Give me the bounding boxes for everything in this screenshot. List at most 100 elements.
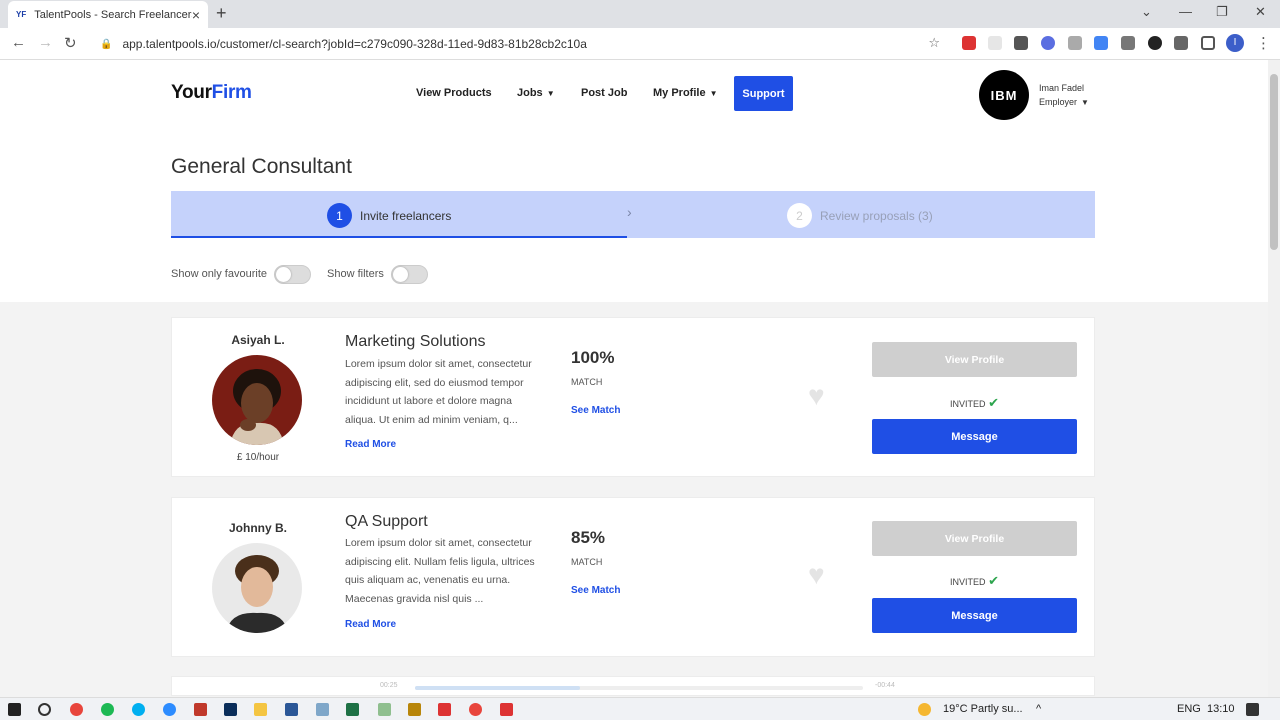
pdf-icon[interactable] [438,703,451,716]
site-header: YourFirm View Products Jobs ▼ Post Job My… [0,60,1268,126]
chrome-icon[interactable] [70,703,83,716]
maximize-icon[interactable]: ❐ [1216,4,1228,20]
extension-icon[interactable] [1121,36,1135,50]
freelancer-rate: £ 10/hour [236,452,280,463]
step-invite-freelancers[interactable]: 1 Invite freelancers [327,203,451,228]
step-progress-bar: 1 Invite freelancers › 2 Review proposal… [171,191,1095,238]
company-avatar[interactable]: IBM [979,70,1029,120]
chrome-icon[interactable] [469,703,482,716]
freelancer-name[interactable]: Johnny B. [172,521,344,535]
freelancer-card: Asiyah L. £ 10/hour Marketing Solutions … [171,317,1095,477]
logo-text: Your [171,82,212,103]
app-icon[interactable] [408,703,421,716]
freelancer-avatar[interactable] [212,543,302,633]
invited-label: INVITED [950,399,986,409]
message-button[interactable]: Message [872,419,1077,454]
read-more-link[interactable]: Read More [345,619,396,630]
excel-icon[interactable] [346,703,359,716]
close-window-icon[interactable]: ✕ [1255,4,1266,20]
freelancer-name[interactable]: Asiyah L. [172,333,344,347]
puzzle-icon[interactable] [1174,36,1188,50]
favourite-heart-icon[interactable]: ♥ [808,559,825,591]
nav-jobs[interactable]: Jobs ▼ [517,87,555,99]
active-step-indicator [171,236,627,238]
extension-icon[interactable] [1014,36,1028,50]
new-tab-icon[interactable]: + [216,3,227,24]
media-progress-overlay[interactable]: 00:25 -00:44 [380,682,900,694]
extension-icon[interactable] [962,36,976,50]
windows-start-icon[interactable] [8,703,21,716]
job-description: Lorem ipsum dolor sit amet, consectetur … [345,358,532,426]
page-scrollbar[interactable] [1268,60,1280,697]
url-text: app.talentpools.io/customer/cl-search?jo… [122,37,587,51]
photoshop-icon[interactable] [224,703,237,716]
step-number: 2 [787,203,812,228]
job-title: QA Support [345,513,428,530]
invited-label: INVITED [950,577,986,587]
side-panel-icon[interactable] [1201,36,1215,50]
favourite-toggle[interactable] [274,265,311,284]
filters-toggle[interactable] [391,265,428,284]
scrollbar-thumb[interactable] [1270,74,1278,250]
see-match-link[interactable]: See Match [571,405,620,416]
weather-text[interactable]: 19°C Partly su... [943,703,1023,715]
freelancer-avatar[interactable] [212,355,302,445]
extension-icon[interactable] [1148,36,1162,50]
close-tab-icon[interactable]: × [192,7,200,23]
caret-down-icon: ▼ [709,89,718,98]
app-icon[interactable] [194,703,207,716]
app-icon[interactable] [378,703,391,716]
caret-down-icon: ▼ [546,89,555,98]
back-icon[interactable]: ← [11,34,26,51]
user-name[interactable]: Iman Fadel [1039,83,1084,93]
browser-profile-avatar[interactable]: I [1226,34,1244,52]
forward-icon[interactable]: → [38,34,53,51]
search-icon[interactable] [38,703,51,716]
spotify-icon[interactable] [101,703,114,716]
tray-chevron-icon[interactable]: ^ [1036,703,1041,715]
reload-icon[interactable]: ↻ [64,34,77,52]
os-taskbar: 19°C Partly su... ^ ENG 13:10 [0,697,1280,720]
match-percentage: 85% [571,528,606,547]
nav-view-products[interactable]: View Products [416,87,492,99]
pdf-icon[interactable] [500,703,513,716]
word-icon[interactable] [285,703,298,716]
url-field[interactable]: 🔒 app.talentpools.io/customer/cl-search?… [88,31,950,57]
extension-shield-icon[interactable] [988,36,1002,50]
zoom-icon[interactable] [163,703,176,716]
job-title: Marketing Solutions [345,333,486,350]
minimize-icon[interactable]: — [1179,4,1192,19]
extension-icon[interactable] [1041,36,1055,50]
media-progress-fill [415,686,580,690]
app-icon[interactable] [316,703,329,716]
support-button[interactable]: Support [734,76,793,111]
user-role-menu[interactable]: Employer ▼ [1039,97,1089,107]
language-indicator[interactable]: ENG [1177,703,1201,715]
favourite-heart-icon[interactable]: ♥ [808,380,825,412]
site-logo[interactable]: YourFirm [171,82,252,104]
browser-menu-icon[interactable]: ⋮ [1256,34,1271,52]
bookmark-star-icon[interactable]: ☆ [928,35,940,51]
clock-time[interactable]: 13:10 [1207,703,1235,715]
caret-down-icon: ▼ [1081,98,1089,107]
tab-search-icon[interactable]: ⌄ [1141,4,1152,20]
step-review-proposals[interactable]: 2 Review proposals (3) [787,203,933,228]
browser-tab[interactable]: YF TalentPools - Search Freelancers × [8,1,208,28]
nav-post-job[interactable]: Post Job [581,87,627,99]
skype-icon[interactable] [132,703,145,716]
translate-icon[interactable] [1094,36,1108,50]
read-more-link[interactable]: Read More [345,439,396,450]
message-button[interactable]: Message [872,598,1077,633]
match-label: MATCH [571,557,603,567]
lock-icon: 🔒 [100,38,113,50]
view-profile-button[interactable]: View Profile [872,342,1077,377]
folder-icon[interactable] [254,703,267,716]
weather-icon[interactable] [918,703,931,716]
step-label: Invite freelancers [360,208,452,223]
freelancer-card: Johnny B. QA Support Lorem ipsum dolor s… [171,497,1095,657]
view-profile-button[interactable]: View Profile [872,521,1077,556]
camera-icon[interactable] [1068,36,1082,50]
notifications-icon[interactable] [1246,703,1259,716]
see-match-link[interactable]: See Match [571,585,620,596]
nav-my-profile[interactable]: My Profile ▼ [653,87,718,99]
